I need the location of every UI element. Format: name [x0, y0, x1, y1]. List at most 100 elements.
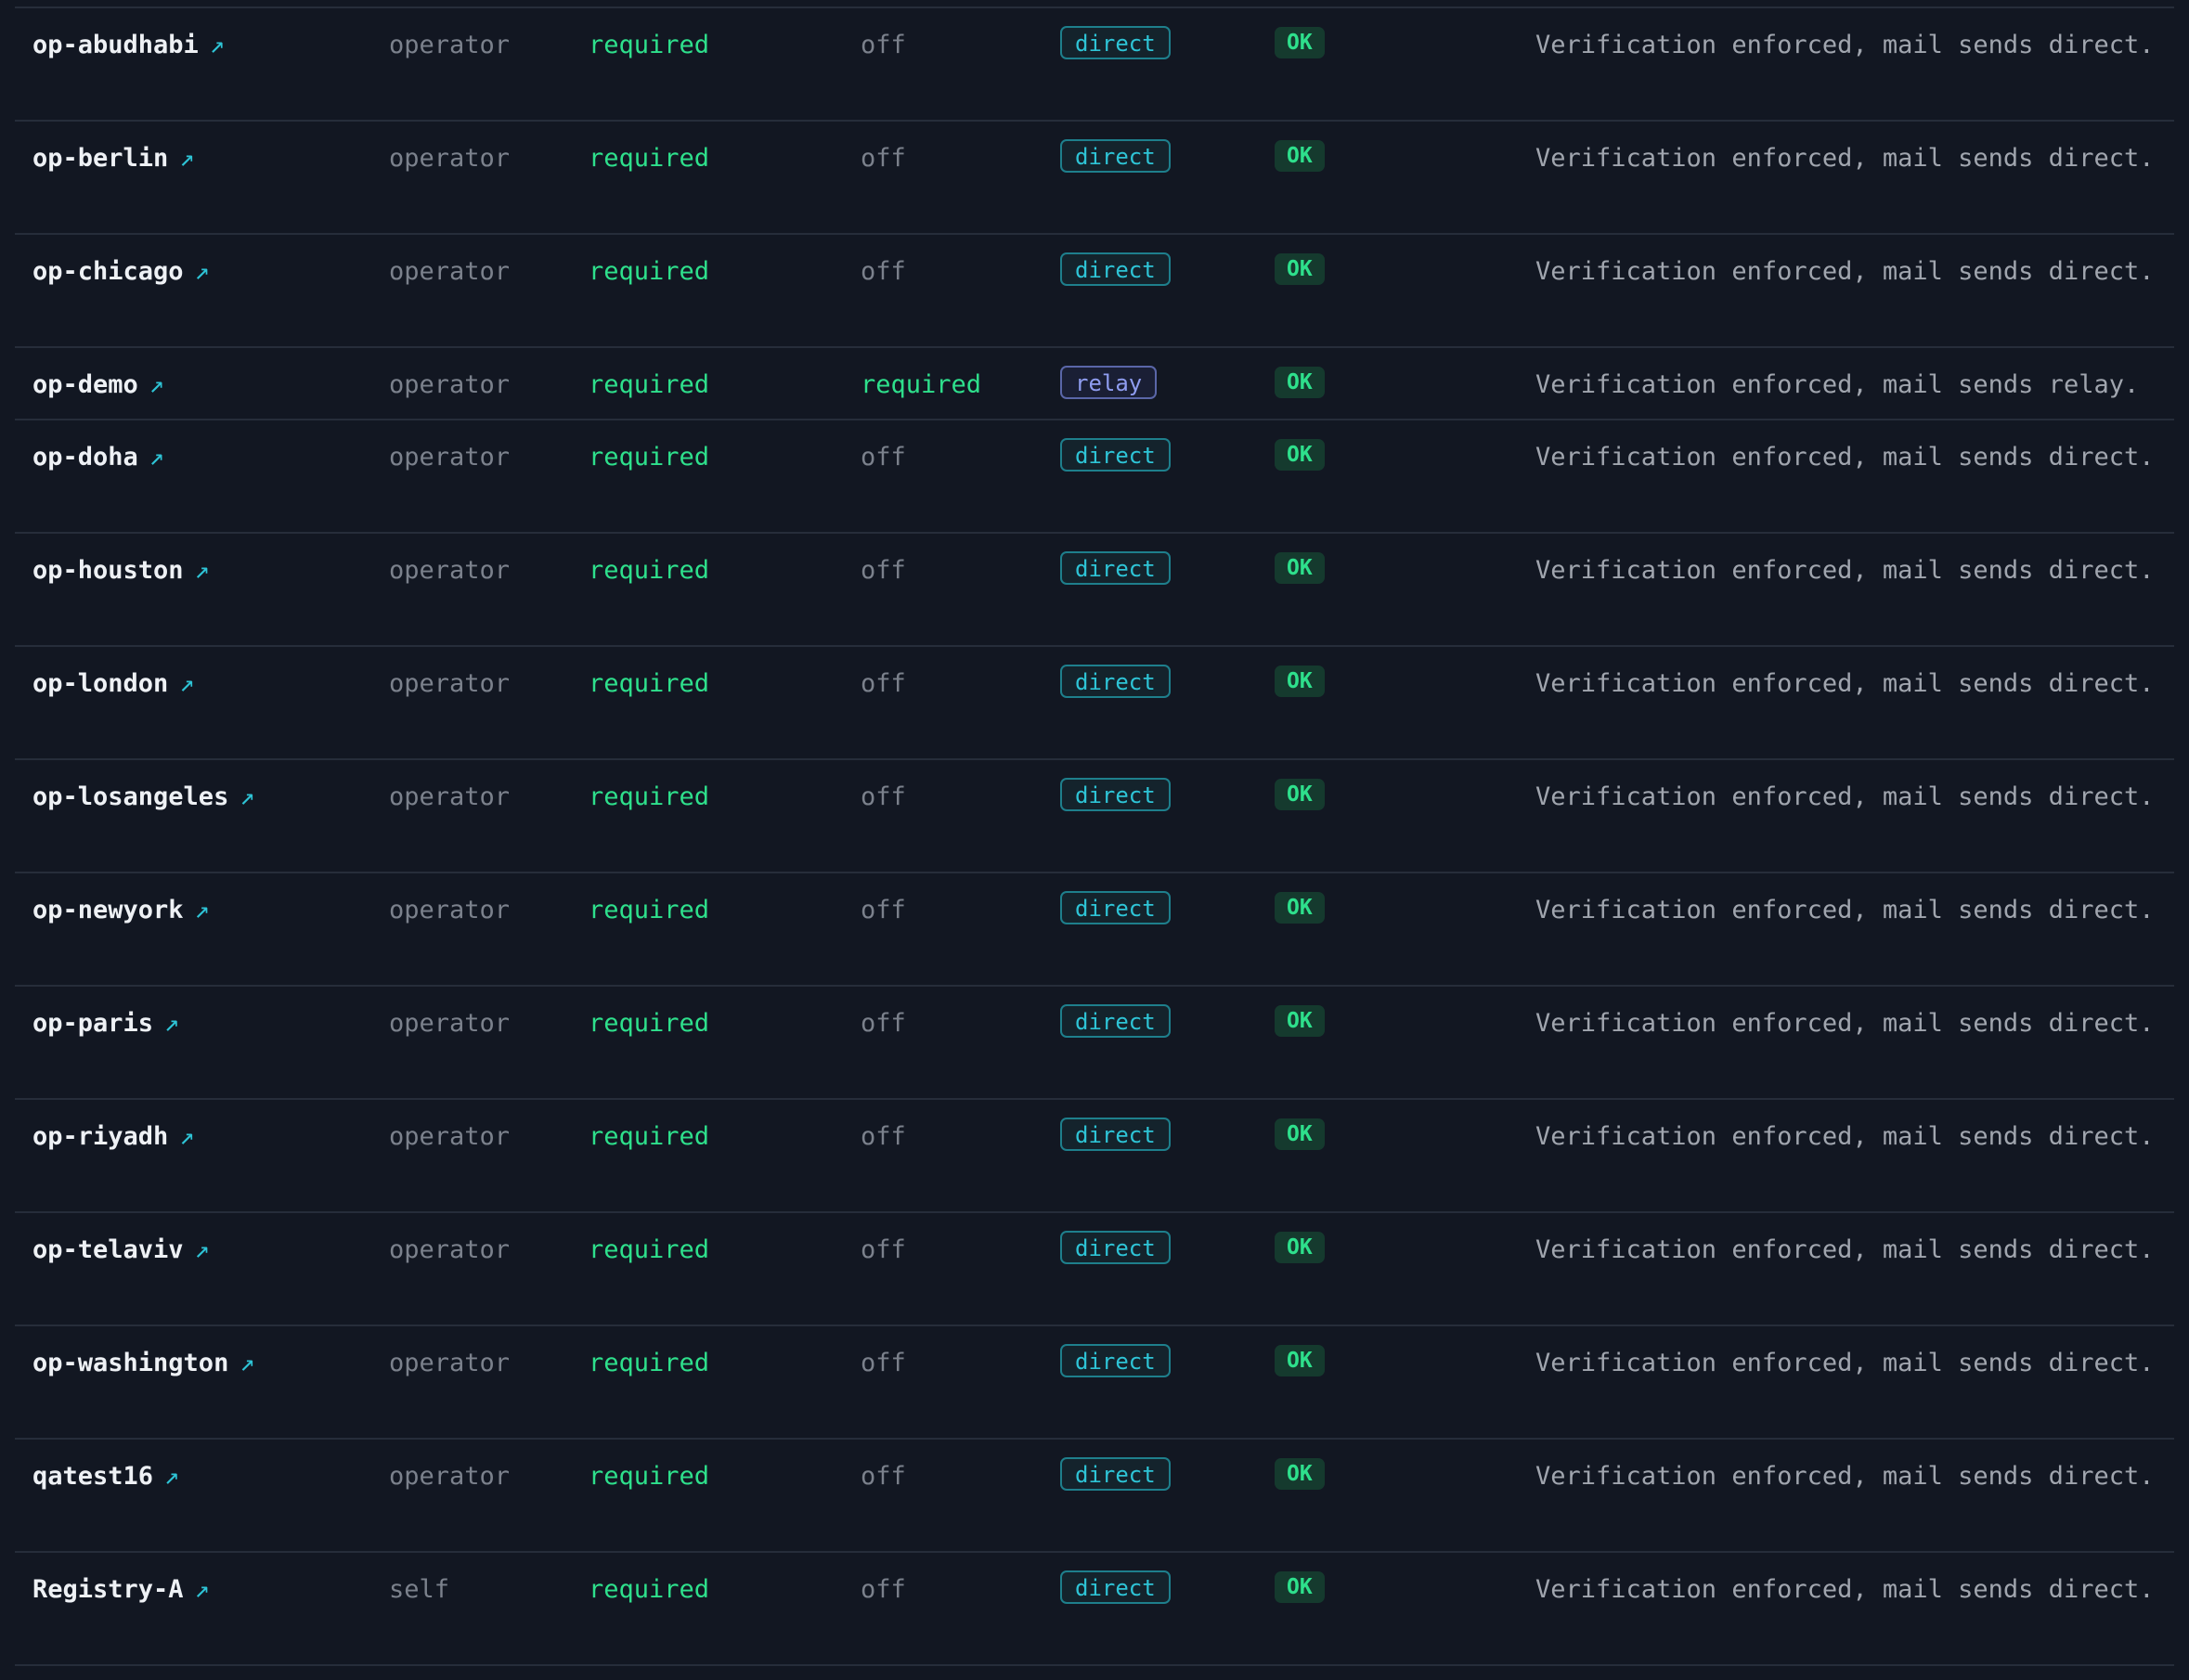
mode-cell: relay [1060, 366, 1158, 407]
node-name-link[interactable]: op-washington ↗ [32, 1343, 255, 1384]
mode-pill: direct [1060, 1004, 1171, 1038]
table-row: op-washington ↗ operator required off direct O… [15, 1326, 2174, 1440]
scope-value: operator [389, 257, 511, 286]
external-link-icon[interactable]: ↗ [240, 1349, 254, 1377]
node-name-link[interactable]: op-paris ↗ [32, 1003, 179, 1044]
relay-value: off [861, 1122, 906, 1151]
node-name: op-telaviv [32, 1235, 184, 1264]
verification-value: required [589, 1235, 710, 1264]
node-name-link[interactable]: op-demo ↗ [32, 365, 164, 406]
scope-value: operator [389, 896, 511, 924]
external-link-icon[interactable]: ↗ [149, 443, 164, 472]
node-name-link[interactable]: op-losangeles ↗ [32, 777, 255, 818]
status-cell: OK [1275, 666, 1325, 706]
node-name: op-abudhabi [32, 31, 199, 59]
verification-value: required [589, 370, 710, 399]
mode-cell: direct [1060, 778, 1171, 819]
scope-value: operator [389, 443, 511, 472]
mode-cell: direct [1060, 1004, 1171, 1045]
node-name: op-london [32, 669, 169, 698]
verification-value: required [589, 144, 710, 173]
mode-cell: direct [1060, 1118, 1171, 1158]
status-note: Verification enforced, mail sends direct… [1535, 1122, 2155, 1151]
table-row: op-abudhabi ↗ operator required off direct OK V… [15, 8, 2174, 122]
external-link-icon[interactable]: ↗ [149, 370, 164, 399]
status-note: Verification enforced, mail sends direct… [1535, 556, 2155, 585]
status-cell: OK [1275, 552, 1325, 593]
external-link-icon[interactable]: ↗ [164, 1462, 179, 1491]
scope-value: operator [389, 1009, 511, 1038]
external-link-icon[interactable]: ↗ [240, 782, 254, 811]
mode-pill: direct [1060, 665, 1171, 698]
status-note: Verification enforced, mail sends direct… [1535, 1462, 2155, 1491]
node-name-link[interactable]: op-berlin ↗ [32, 138, 195, 179]
status-badge: OK [1275, 367, 1325, 398]
relay-value: off [861, 1009, 906, 1038]
status-note: Verification enforced, mail sends direct… [1535, 1009, 2155, 1038]
verification-value: required [589, 1122, 710, 1151]
external-link-icon[interactable]: ↗ [179, 669, 194, 698]
mode-cell: direct [1060, 1344, 1171, 1385]
status-badge: OK [1275, 1118, 1325, 1150]
node-name-link[interactable]: op-telaviv ↗ [32, 1230, 210, 1271]
mode-cell: direct [1060, 252, 1171, 293]
external-link-icon[interactable]: ↗ [195, 896, 210, 924]
table-row: op-newyork ↗ operator required off direct OK Ve… [15, 873, 2174, 987]
mode-pill: direct [1060, 778, 1171, 811]
mode-pill: direct [1060, 551, 1171, 585]
status-badge: OK [1275, 1571, 1325, 1603]
node-name: Registry-A [32, 1575, 184, 1604]
status-note: Verification enforced, mail sends direct… [1535, 1349, 2155, 1377]
mode-cell: direct [1060, 139, 1171, 180]
node-name-link[interactable]: op-doha ↗ [32, 437, 164, 478]
mode-pill: direct [1060, 139, 1171, 173]
node-name-link[interactable]: op-chicago ↗ [32, 252, 210, 292]
external-link-icon[interactable]: ↗ [164, 1009, 179, 1038]
node-name-link[interactable]: op-houston ↗ [32, 550, 210, 591]
node-name-link[interactable]: op-london ↗ [32, 664, 195, 704]
table-row: op-london ↗ operator required off direct OK Ver… [15, 647, 2174, 760]
node-name: op-houston [32, 556, 184, 585]
external-link-icon[interactable]: ↗ [179, 1122, 194, 1151]
mode-cell: direct [1060, 665, 1171, 705]
node-name-link[interactable]: Registry-A ↗ [32, 1570, 210, 1610]
table-row: op-doha ↗ operator required off direct OK Verif… [15, 420, 2174, 534]
external-link-icon[interactable]: ↗ [195, 1575, 210, 1604]
external-link-icon[interactable]: ↗ [195, 1235, 210, 1264]
node-name: op-demo [32, 370, 138, 399]
relay-value: off [861, 31, 906, 59]
node-name: op-doha [32, 443, 138, 472]
status-badge: OK [1275, 1458, 1325, 1490]
relay-value: off [861, 669, 906, 698]
node-name: op-berlin [32, 144, 169, 173]
external-link-icon[interactable]: ↗ [195, 556, 210, 585]
status-cell: OK [1275, 1118, 1325, 1159]
node-name: op-washington [32, 1349, 229, 1377]
external-link-icon[interactable]: ↗ [179, 144, 194, 173]
verification-value: required [589, 443, 710, 472]
node-name-link[interactable]: qatest16 ↗ [32, 1456, 179, 1497]
external-link-icon[interactable]: ↗ [210, 31, 225, 59]
table-row: op-demo ↗ operator required required relay OK V… [15, 348, 2174, 420]
mode-cell: direct [1060, 1457, 1171, 1498]
verification-value: required [589, 896, 710, 924]
external-link-icon[interactable]: ↗ [195, 257, 210, 286]
verification-value: required [589, 1575, 710, 1604]
table-row: op-telaviv ↗ operator required off direct OK Ve… [15, 1213, 2174, 1326]
mode-cell: direct [1060, 551, 1171, 592]
scope-value: operator [389, 1235, 511, 1264]
verification-value: required [589, 257, 710, 286]
mode-pill: direct [1060, 1570, 1171, 1604]
relay-value: off [861, 144, 906, 173]
node-name: op-paris [32, 1009, 154, 1038]
mode-pill: direct [1060, 891, 1171, 924]
scope-value: operator [389, 782, 511, 811]
node-name-link[interactable]: op-riyadh ↗ [32, 1117, 195, 1157]
node-name: op-riyadh [32, 1122, 169, 1151]
status-note: Verification enforced, mail sends direct… [1535, 1235, 2155, 1264]
node-name-link[interactable]: op-newyork ↗ [32, 890, 210, 931]
status-note: Verification enforced, mail sends direct… [1535, 896, 2155, 924]
status-cell: OK [1275, 140, 1325, 181]
mode-pill: direct [1060, 1344, 1171, 1377]
node-name-link[interactable]: op-abudhabi ↗ [32, 25, 225, 66]
